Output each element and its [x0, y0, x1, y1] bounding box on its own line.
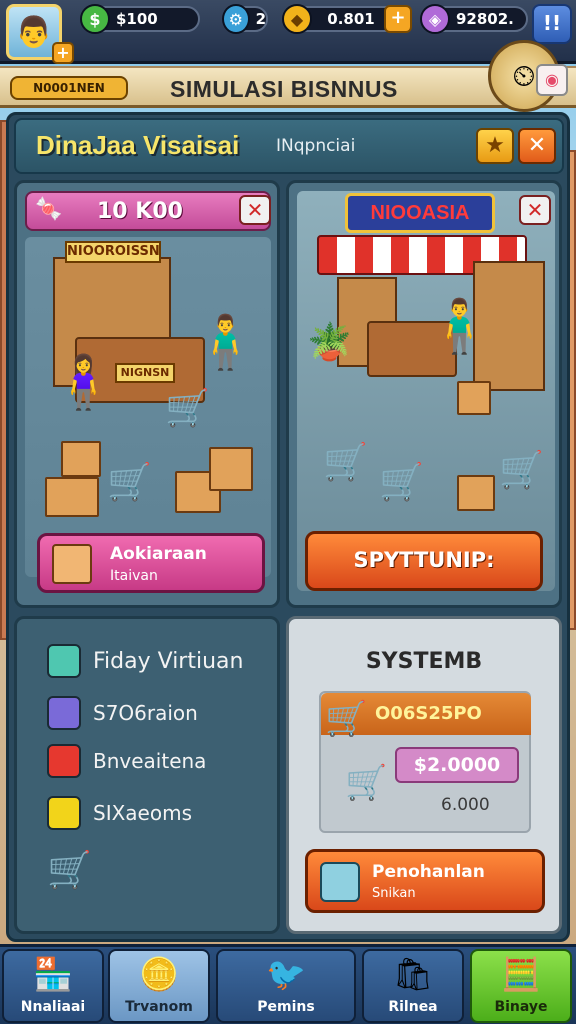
section-header: DinaJaa Visaisai INqpnciai ★ ✕ [14, 118, 564, 174]
shop-panel: NIOOASIA 🧍‍♂️ 🪴 🛒 🛒 🛒 ✕ SPYTTUNIP: [286, 180, 562, 608]
shopping-cart-icon: 🛒 [107, 462, 152, 503]
star-button[interactable]: ★ [476, 128, 514, 164]
bag-icon: 🛍 [392, 955, 434, 993]
store-action-sublabel: Itaivan [110, 568, 158, 584]
stack-icon [47, 644, 81, 678]
bottom-nav: 🏪 Nnaliaai 🪙 Trvanom 🐦 Pemins 🛍 Rilnea 🧮… [0, 944, 576, 1024]
bird-icon: 🐦 [266, 955, 306, 993]
page-title: SIMULASI BISNNUS [170, 76, 398, 102]
energy-value: 2 [255, 10, 266, 28]
list-item-label: SIXaeoms [93, 801, 192, 825]
money-counter: $ $100 [80, 4, 200, 34]
shop-action-button[interactable]: SPYTTUNIP: [305, 531, 543, 591]
shop-icon: 🏪 [33, 955, 73, 993]
pause-button[interactable]: !! [532, 4, 572, 44]
shopping-cart-icon: 🛒 [499, 450, 544, 491]
package-icon [52, 544, 92, 584]
calculator-icon: 🧮 [501, 955, 541, 993]
store-action-button[interactable]: Aokiaraan Itaivan [37, 533, 265, 593]
list-item[interactable]: S7O6raion [47, 693, 198, 733]
gift-icon [47, 744, 81, 778]
store-panel-header: 🍬 10 K00 [25, 191, 271, 231]
shopping-cart-icon: 🛒 [325, 699, 368, 739]
shopping-cart-icon[interactable]: 🛒 [47, 849, 92, 891]
list-item[interactable]: SIXaeoms [47, 793, 192, 833]
close-button[interactable]: ✕ [518, 128, 556, 164]
list-item-label: Fiday Virtiuan [93, 648, 244, 674]
shopkeeper-figure: 🧍‍♂️ [427, 297, 492, 357]
shop-panel-close-button[interactable]: ✕ [519, 195, 551, 225]
section-title: DinaJaa Visaisai [36, 130, 240, 160]
cardboard-box [209, 447, 253, 491]
systems-action-label: Penohanlan [372, 862, 485, 882]
nav-binaye[interactable]: 🧮 Binaye [470, 949, 572, 1023]
candy-icon: 🍬 [35, 197, 63, 222]
gem-icon: ◈ [420, 4, 450, 34]
nav-label: Binaye [494, 999, 548, 1015]
cardboard-box [45, 477, 99, 517]
list-item-label: Bnveaitena [93, 749, 207, 773]
store-panel-title: 10 K00 [97, 199, 183, 224]
cashier-figure: 🧍‍♀️ [51, 353, 116, 413]
customer-figure: 🧍‍♂️ [193, 313, 258, 373]
nav-transactions[interactable]: 🪙 Trvanom [108, 949, 210, 1023]
section-subtitle: INqpnciai [276, 136, 356, 156]
systems-title: SYSTEMB [365, 649, 483, 674]
shopping-cart-icon: 🛒 [165, 388, 210, 429]
list-item-label: S7O6raion [93, 701, 198, 725]
store-scene: NIOOROISSN NIGNSN 🧍‍♀️ 🧍‍♂️ 🛒 🛒 [25, 237, 271, 577]
gold-value: 0.801 [327, 10, 375, 28]
shopping-cart-icon: 🛒 [323, 442, 368, 483]
title-tag[interactable]: N0001NEN [10, 76, 128, 100]
nav-label: Nnaliaai [20, 999, 86, 1015]
coin-icon: 🪙 [139, 955, 179, 993]
store-action-label: Aokiaraan [110, 544, 207, 564]
add-gold-button[interactable]: + [383, 5, 412, 33]
list-item[interactable]: Fiday Virtiuan [47, 641, 243, 681]
energy-counter: ⚙ 2 [222, 4, 268, 34]
nav-label: Trvanom [125, 999, 193, 1015]
box-icon [47, 696, 81, 730]
cube-icon [47, 796, 81, 830]
nav-label: Rilnea [388, 999, 438, 1015]
potted-plant-icon: 🪴 [307, 322, 352, 363]
avatar-plus-icon[interactable]: + [52, 42, 74, 64]
systems-value-price: $2.0000 [395, 747, 519, 783]
systems-value-secondary: 6.000 [441, 795, 490, 815]
nav-pemins[interactable]: 🐦 Pemins [216, 949, 356, 1023]
gems-value: 92802. [456, 10, 514, 28]
store-sign: NIOOROISSN [65, 241, 161, 263]
camera-icon[interactable]: ◉ [536, 64, 568, 96]
systems-panel: SYSTEMB O06S25PO 🛒 🛒 $2.0000 6.000 Penoh… [286, 616, 562, 934]
cardboard-box [457, 475, 495, 511]
cardboard-box [61, 441, 101, 477]
nav-rilnea[interactable]: 🛍 Rilnea [362, 949, 464, 1023]
cash-icon: $ [80, 4, 110, 34]
systems-action-button[interactable]: Penohanlan Snikan [305, 849, 545, 913]
list-item[interactable]: Bnveaitena [47, 741, 206, 781]
register-icon [320, 862, 360, 902]
store-counter-banner: NIGNSN [115, 363, 175, 383]
systems-action-sublabel: Snikan [372, 886, 416, 901]
shopping-cart-icon: 🛒 [379, 462, 424, 503]
shop-sign: NIOOASIA [345, 193, 495, 233]
gold-icon: ◆ [282, 4, 312, 34]
gems-counter: ◈ 92802. [420, 4, 528, 34]
nav-shop[interactable]: 🏪 Nnaliaai [2, 949, 104, 1023]
systems-card: O06S25PO 🛒 🛒 $2.0000 6.000 [319, 691, 531, 833]
shopping-cart-icon: 🛒 [345, 763, 388, 803]
top-hud: 👨 + $ $100 ⚙ 2 ◆ 0.801 + ◈ 92802. !! [0, 0, 576, 64]
store-panel: 🍬 10 K00 ✕ NIOOROISSN NIGNSN 🧍‍♀️ 🧍‍♂️ 🛒… [14, 180, 280, 608]
shop-action-label: SPYTTUNIP: [353, 548, 495, 572]
money-value: $100 [116, 10, 158, 28]
store-panel-close-button[interactable]: ✕ [239, 195, 271, 225]
inventory-panel: Fiday Virtiuan S7O6raion Bnveaitena SIXa… [14, 616, 280, 934]
gold-counter: ◆ 0.801 + [282, 4, 412, 34]
cardboard-box [457, 381, 491, 415]
energy-icon: ⚙ [222, 4, 250, 34]
nav-label: Pemins [257, 999, 315, 1015]
